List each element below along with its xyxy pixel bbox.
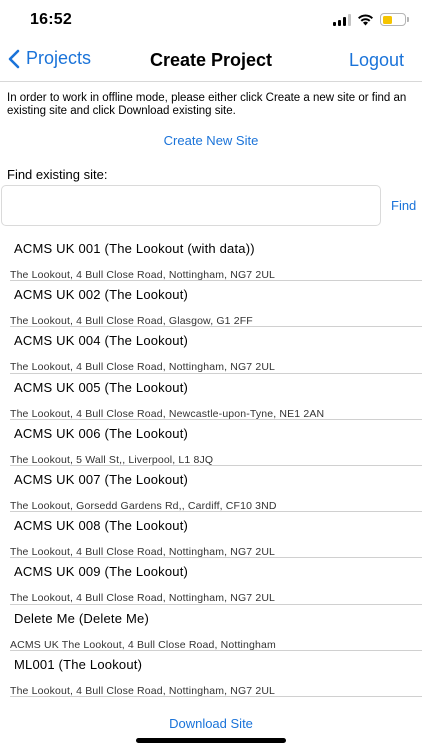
site-name: ACMS UK 005 (The Lookout) bbox=[14, 379, 189, 395]
site-address: The Lookout, 4 Bull Close Road, Nottingh… bbox=[10, 269, 276, 281]
list-item[interactable]: ACMS UK 008 (The Lookout) The Lookout, 4 … bbox=[0, 511, 422, 559]
divider bbox=[10, 695, 422, 697]
site-name: ACMS UK 001 (The Lookout (with data)) bbox=[14, 241, 255, 256]
site-address: The Lookout, 4 Bull Close Road, Nottingh… bbox=[10, 592, 276, 605]
site-name: ACMS UK 002 (The Lookout) bbox=[14, 287, 189, 303]
list-item[interactable]: ACMS UK 001 (The Lookout (with data)) The… bbox=[0, 234, 422, 282]
site-name: ACMS UK 004 (The Lookout) bbox=[14, 333, 189, 349]
site-address: The Lookout, 4 Bull Close Road, Nottingh… bbox=[10, 546, 276, 559]
site-name: Delete Me (Delete Me) bbox=[14, 610, 149, 626]
download-site-button[interactable]: Download Site bbox=[0, 716, 422, 731]
find-label: Find existing site: bbox=[7, 167, 108, 182]
home-indicator bbox=[136, 738, 286, 743]
battery-icon bbox=[380, 13, 409, 26]
status-time: 16:52 bbox=[30, 11, 72, 28]
wifi-icon bbox=[358, 13, 373, 25]
status-icons bbox=[333, 13, 409, 26]
status-bar: 16:52 bbox=[0, 0, 422, 44]
list-item[interactable]: ACMS UK 006 (The Lookout) The Lookout, 5 … bbox=[0, 419, 422, 466]
cellular-signal-icon bbox=[333, 13, 351, 26]
navigation-bar: Projects Create Project Logout bbox=[0, 44, 422, 82]
site-list: ACMS UK 001 (The Lookout (with data)) The… bbox=[0, 234, 422, 697]
site-address: ACMS UK The Lookout, 4 Bull Close Road, … bbox=[10, 638, 276, 651]
list-item[interactable]: ACMS UK 004 (The Lookout) The Lookout, 4 … bbox=[0, 326, 422, 374]
create-new-site-button[interactable]: Create New Site bbox=[0, 133, 422, 148]
site-address: The Lookout, 5 Wall St,, Liverpool, L1 8… bbox=[10, 453, 214, 466]
site-name: ACMS UK 009 (The Lookout) bbox=[14, 564, 189, 580]
site-name: ACMS UK 006 (The Lookout) bbox=[14, 425, 189, 441]
list-item[interactable]: Delete Me (Delete Me) ACMS UK The Lookout… bbox=[0, 604, 422, 651]
site-name: ACMS UK 007 (The Lookout) bbox=[14, 471, 189, 487]
logout-button[interactable]: Logout bbox=[349, 50, 404, 71]
site-address: The Lookout, 4 Bull Close Road, Newcastl… bbox=[10, 407, 325, 420]
site-address: The Lookout, 4 Bull Close Road, Nottingh… bbox=[10, 684, 276, 697]
site-name: ACMS UK 008 (The Lookout) bbox=[14, 518, 189, 534]
site-address: The Lookout, 4 Bull Close Road, Glasgow,… bbox=[10, 315, 253, 328]
list-item[interactable]: ACMS UK 009 (The Lookout) The Lookout, 4 … bbox=[0, 557, 422, 605]
find-button[interactable]: Find bbox=[391, 198, 416, 213]
list-item[interactable]: ACMS UK 005 (The Lookout) The Lookout, 4 … bbox=[0, 373, 422, 420]
list-item[interactable]: ACMS UK 007 (The Lookout) The Lookout, Go… bbox=[0, 465, 422, 513]
search-input[interactable] bbox=[1, 185, 381, 226]
site-address: The Lookout, Gorsedd Gardens Rd,, Cardif… bbox=[10, 499, 277, 512]
site-name: ML001 (The Lookout) bbox=[14, 656, 143, 672]
list-item[interactable]: ML001 (The Lookout) The Lookout, 4 Bull C… bbox=[0, 650, 422, 697]
site-address: The Lookout, 4 Bull Close Road, Nottingh… bbox=[10, 361, 276, 374]
list-item[interactable]: ACMS UK 002 (The Lookout) The Lookout, 4 … bbox=[0, 280, 422, 328]
intro-text: In order to work in offline mode, please… bbox=[7, 92, 407, 117]
